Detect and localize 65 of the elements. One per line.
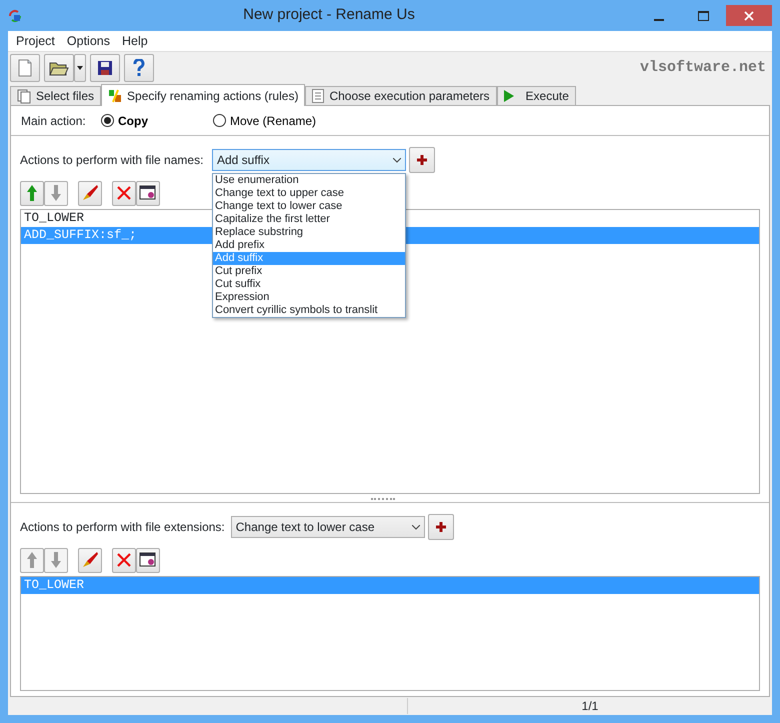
add-button[interactable] [428, 514, 454, 540]
edit-window-icon [139, 185, 157, 201]
main-action-label: Main action: [21, 112, 87, 130]
plus-icon [417, 155, 427, 165]
delete-button[interactable] [112, 548, 136, 572]
properties-button[interactable] [136, 548, 160, 572]
chevron-icon [393, 158, 401, 162]
dropdown-option[interactable]: Replace substring [213, 226, 405, 239]
minimize-icon [654, 18, 664, 20]
tab[interactable]: Choose execution parameters [305, 86, 497, 105]
caret-icon [77, 66, 83, 70]
letters-icon [108, 88, 122, 102]
menu-item[interactable]: Help [116, 32, 154, 50]
delete-button[interactable] [112, 180, 136, 206]
radio-button[interactable]: Copy [101, 112, 213, 130]
dropdown-option[interactable]: Add prefix [213, 239, 405, 252]
dropdown-option[interactable]: Change text to upper case [213, 187, 405, 200]
add-button[interactable] [409, 147, 435, 173]
properties-button[interactable] [136, 180, 160, 206]
edit-button[interactable] [78, 548, 102, 572]
down-arrow-icon [51, 552, 61, 568]
maximize-icon [698, 10, 709, 20]
dropdown[interactable]: Add suffix [212, 149, 406, 171]
menu-item[interactable]: Options [60, 32, 116, 50]
move-up-button[interactable] [20, 180, 44, 206]
rule-text[interactable]: TO_LOWER [24, 211, 84, 225]
dropdown-option[interactable]: Change text to lower case [213, 200, 405, 213]
close-icon [744, 10, 754, 20]
chevron-icon [412, 524, 420, 530]
edit-window-icon [139, 552, 157, 568]
help-icon [133, 59, 145, 77]
dropdown-option[interactable]: Use enumeration [213, 174, 405, 187]
dropdown-option[interactable]: Expression [213, 291, 405, 304]
dropdown-option[interactable]: Capitalize the first letter [213, 213, 405, 226]
up-arrow-icon [27, 185, 37, 201]
delete-icon [116, 185, 132, 201]
up-arrow-icon [27, 552, 37, 568]
help-button[interactable] [124, 54, 154, 82]
tab[interactable]: Execute [496, 86, 576, 105]
brush-icon [81, 551, 99, 569]
dropdown-option[interactable]: Cut prefix [213, 265, 405, 278]
page-counter: 1/1 [580, 698, 600, 715]
tab[interactable]: Specify renaming actions (rules) [101, 84, 306, 106]
checklist-icon [312, 89, 324, 103]
app-icon [8, 8, 22, 22]
dropdown[interactable]: Change text to lower case [230, 516, 425, 538]
delete-icon [116, 552, 132, 568]
plus-icon [436, 522, 446, 532]
edit-button[interactable] [78, 180, 102, 206]
dropdown-arrow-button[interactable] [74, 54, 86, 82]
open-button[interactable] [44, 54, 74, 82]
folder-icon [49, 60, 69, 76]
down-arrow-icon [51, 185, 61, 201]
close-button[interactable] [726, 5, 772, 26]
brush-icon [81, 184, 99, 202]
website-label: vlsoftware.net [640, 58, 767, 78]
page-icon [17, 59, 33, 77]
window-title: New project - Rename Us [242, 5, 416, 26]
tab[interactable]: Select files [10, 86, 102, 105]
radio-button[interactable]: Move (Rename) [213, 112, 333, 130]
save-button[interactable] [90, 54, 120, 82]
dropdown-option[interactable]: Cut suffix [213, 278, 405, 291]
dropdown-option[interactable]: Convert cyrillic symbols to translit [213, 304, 405, 317]
play-icon [504, 90, 514, 102]
menu-item[interactable]: Project [10, 32, 61, 50]
